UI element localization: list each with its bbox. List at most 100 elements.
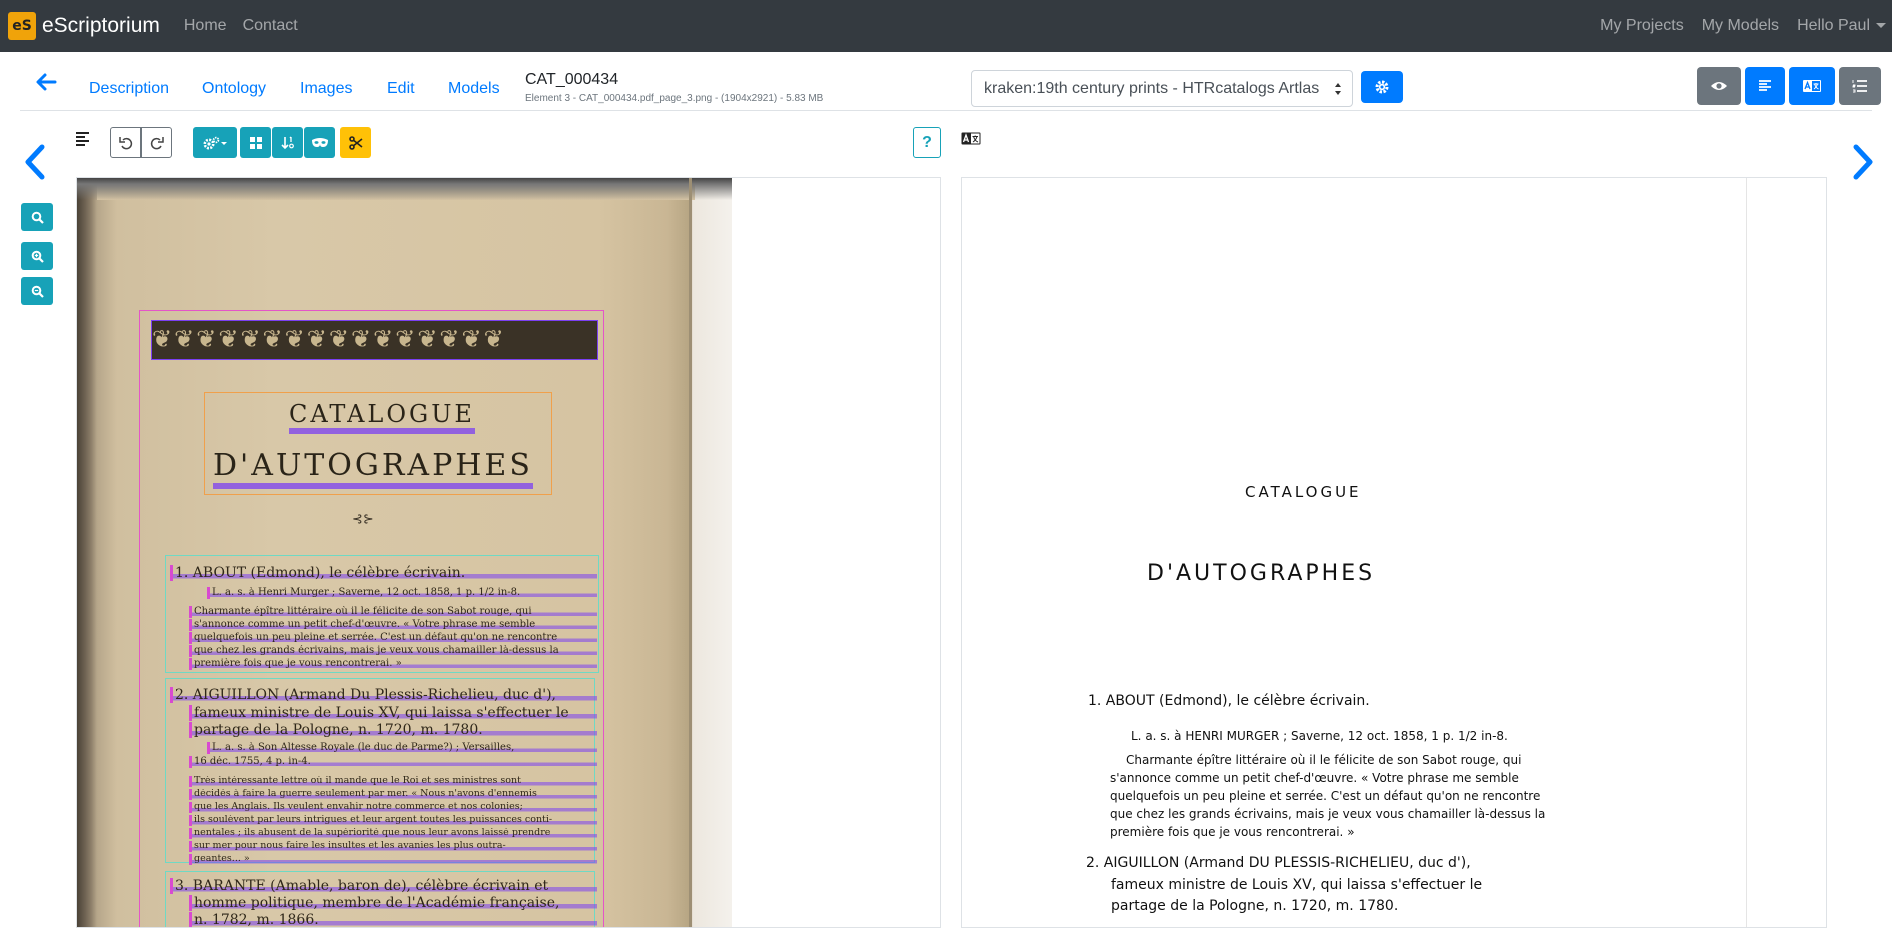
scan-text-line[interactable]: 2. AIGUILLON (Armand Du Plessis-Richelie… <box>170 687 597 704</box>
language-icon <box>1803 80 1821 92</box>
ornament-band: ❦❦❦❦❦❦❦❦❦❦❦❦❦❦❦❦ <box>151 320 598 360</box>
list-ol-icon <box>1852 80 1867 93</box>
tab-ontology[interactable]: Ontology <box>202 80 266 98</box>
nav-my-projects[interactable]: My Projects <box>1600 17 1684 35</box>
redo-button[interactable] <box>141 127 172 158</box>
brand-logo: eS <box>8 12 36 40</box>
arrow-left-icon[interactable] <box>34 70 58 94</box>
nav-contact[interactable]: Contact <box>243 17 298 35</box>
document-title: CAT_000434 <box>525 71 619 88</box>
language-icon[interactable] <box>961 132 981 145</box>
transcription-line[interactable]: partage de la Pologne, n. 1720, m. 1780. <box>1111 898 1398 914</box>
grid-icon <box>249 136 262 149</box>
toggle-masks-button[interactable] <box>304 127 335 158</box>
zoom-out-icon <box>31 285 44 298</box>
scan-text-line[interactable]: ils soulèvent par leurs intrigues et leu… <box>189 815 597 826</box>
scan-text-line[interactable]: homme politique, membre de l'Académie fr… <box>189 895 597 912</box>
page-title-line-2[interactable]: D'AUTOGRAPHES <box>213 448 533 489</box>
transcription-line[interactable]: que chez les grands écrivains, mais je v… <box>1110 807 1545 821</box>
chevron-down-icon <box>1876 23 1886 29</box>
scan-text-line[interactable]: 16 déc. 1755, 4 p. in-4. <box>189 756 597 768</box>
undo-button[interactable] <box>110 127 141 158</box>
transcription-title-2[interactable]: D'AUTOGRAPHES <box>1147 561 1375 586</box>
scan-text-line[interactable]: Très intéressante lettre où il mande que… <box>189 776 597 787</box>
segmentation-panel[interactable]: ❦❦❦❦❦❦❦❦❦❦❦❦❦❦❦❦ CATALOGUE D'AUTOGRAPHES… <box>76 177 941 928</box>
transcription-line[interactable]: 1. ABOUT (Edmond), le célèbre écrivain. <box>1088 693 1370 709</box>
scan-text-line[interactable]: nentales ; ils abusent de la supériorité… <box>189 828 597 839</box>
toggle-source-view-button[interactable] <box>1697 67 1741 105</box>
toggle-diplomatic-view-button[interactable] <box>1839 67 1881 105</box>
help-button[interactable]: ? <box>913 127 941 158</box>
user-menu[interactable]: Hello Paul <box>1797 17 1886 35</box>
scan-text-line[interactable]: décidés à faire la guerre seulement par … <box>189 789 597 800</box>
page-image[interactable]: ❦❦❦❦❦❦❦❦❦❦❦❦❦❦❦❦ CATALOGUE D'AUTOGRAPHES… <box>77 178 732 927</box>
search-icon <box>31 211 44 224</box>
scan-text-line[interactable]: L. a. s. à Henri Murger ; Saverne, 12 oc… <box>207 587 597 599</box>
transcription-line[interactable]: L. a. s. à HENRI MURGER ; Saverne, 12 oc… <box>1131 729 1508 743</box>
divider-ornament: ⊰⊱ <box>352 511 374 526</box>
top-navbar: eS eScriptorium Home Contact My Projects… <box>0 0 1892 52</box>
scan-text-line[interactable]: L. a. s. à Son Altesse Royale (le duc de… <box>207 742 597 754</box>
undo-icon <box>118 136 132 149</box>
toggle-segmentation-view-button[interactable] <box>1745 67 1785 105</box>
brand[interactable]: eS eScriptorium <box>8 12 160 40</box>
scan-text-line[interactable]: geantes... » <box>189 854 597 865</box>
zoom-in-icon <box>31 250 44 263</box>
tab-images[interactable]: Images <box>300 80 352 98</box>
redo-icon <box>150 136 164 149</box>
next-page-icon[interactable] <box>1848 142 1878 182</box>
sort-numeric-icon <box>280 136 294 149</box>
scan-text-line[interactable]: quelquefois un peu pleine et serrée. C'e… <box>189 632 597 644</box>
scan-text-line[interactable]: n. 1782, m. 1866. <box>189 912 597 927</box>
transcription-line[interactable]: quelquefois un peu pleine et serrée. C'e… <box>1110 789 1540 803</box>
transcription-line[interactable]: Charmante épître littéraire où il le fél… <box>1126 753 1521 767</box>
scan-text-line[interactable]: première fois que je vous rencontrerai. … <box>189 658 597 670</box>
toggle-regions-button[interactable] <box>240 127 271 158</box>
transcription-select-value: kraken:19th century prints - HTRcatalogs… <box>984 80 1320 97</box>
select-arrows-icon <box>1335 83 1341 95</box>
search-button[interactable] <box>21 203 53 231</box>
panel-menu-icon[interactable] <box>75 131 91 147</box>
transcription-line[interactable]: s'annonce comme un petit chef-d'œuvre. «… <box>1110 771 1519 785</box>
page-title-line-1[interactable]: CATALOGUE <box>289 400 475 434</box>
scan-text-line[interactable]: Charmante épître littéraire où il le fél… <box>189 606 597 618</box>
nav-home[interactable]: Home <box>184 17 227 35</box>
gear-icon <box>1375 80 1389 94</box>
transcription-line[interactable]: première fois que je vous rencontrerai. … <box>1110 825 1355 839</box>
scan-text-line[interactable]: sur mer pour nous faire les insultes et … <box>189 841 597 852</box>
mask-icon <box>311 137 328 147</box>
scan-text-line[interactable]: partage de la Pologne, n. 1720, m. 1780. <box>189 722 597 739</box>
transcription-panel[interactable]: CATALOGUE D'AUTOGRAPHES 1. ABOUT (Edmond… <box>961 177 1827 928</box>
transcription-select[interactable]: kraken:19th century prints - HTRcatalogs… <box>971 70 1353 107</box>
transcription-title-1[interactable]: CATALOGUE <box>1245 483 1362 501</box>
scan-text-line[interactable]: 1. ABOUT (Edmond), le célèbre écrivain. <box>170 565 597 582</box>
gears-icon <box>203 136 227 149</box>
brand-name: eScriptorium <box>42 14 160 37</box>
transcription-line[interactable]: fameux ministre de Louis XV, qui laissa … <box>1111 877 1482 893</box>
scan-text-line[interactable]: que les Anglais. Ils veulent envahir not… <box>189 802 597 813</box>
user-greeting: Hello Paul <box>1797 17 1870 34</box>
segmentation-settings-button[interactable] <box>193 127 237 158</box>
tab-edit[interactable]: Edit <box>387 80 415 98</box>
scan-text-line[interactable]: fameux ministre de Louis XV, qui laissa … <box>189 705 597 722</box>
align-left-icon <box>1759 80 1771 91</box>
tab-description[interactable]: Description <box>89 80 169 98</box>
toggle-transcription-view-button[interactable] <box>1789 67 1835 105</box>
document-subtitle: Element 3 - CAT_000434.pdf_page_3.png - … <box>525 93 824 104</box>
zoom-out-button[interactable] <box>21 277 53 305</box>
scan-text-line[interactable]: s'annonce comme un petit chef-d'œuvre. «… <box>189 619 597 631</box>
document-nav-bar: Description Ontology Images Edit Models … <box>20 52 1881 111</box>
transcription-settings-button[interactable] <box>1361 71 1403 103</box>
cut-tool-button[interactable] <box>340 127 371 158</box>
previous-page-icon[interactable] <box>20 142 50 182</box>
nav-my-models[interactable]: My Models <box>1702 17 1779 35</box>
transcription-page[interactable]: CATALOGUE D'AUTOGRAPHES 1. ABOUT (Edmond… <box>962 178 1747 927</box>
zoom-in-button[interactable] <box>21 242 53 270</box>
eye-icon <box>1711 82 1727 90</box>
scan-text-line[interactable]: 3. BARANTE (Amable, baron de), célèbre é… <box>170 878 597 895</box>
scan-text-line[interactable]: que chez les grands écrivains, mais je v… <box>189 645 597 657</box>
transcription-line[interactable]: 2. AIGUILLON (Armand DU PLESSIS-RICHELIE… <box>1086 855 1471 871</box>
scissors-icon <box>348 135 362 150</box>
tab-models[interactable]: Models <box>448 80 500 98</box>
toggle-line-order-button[interactable] <box>272 127 303 158</box>
